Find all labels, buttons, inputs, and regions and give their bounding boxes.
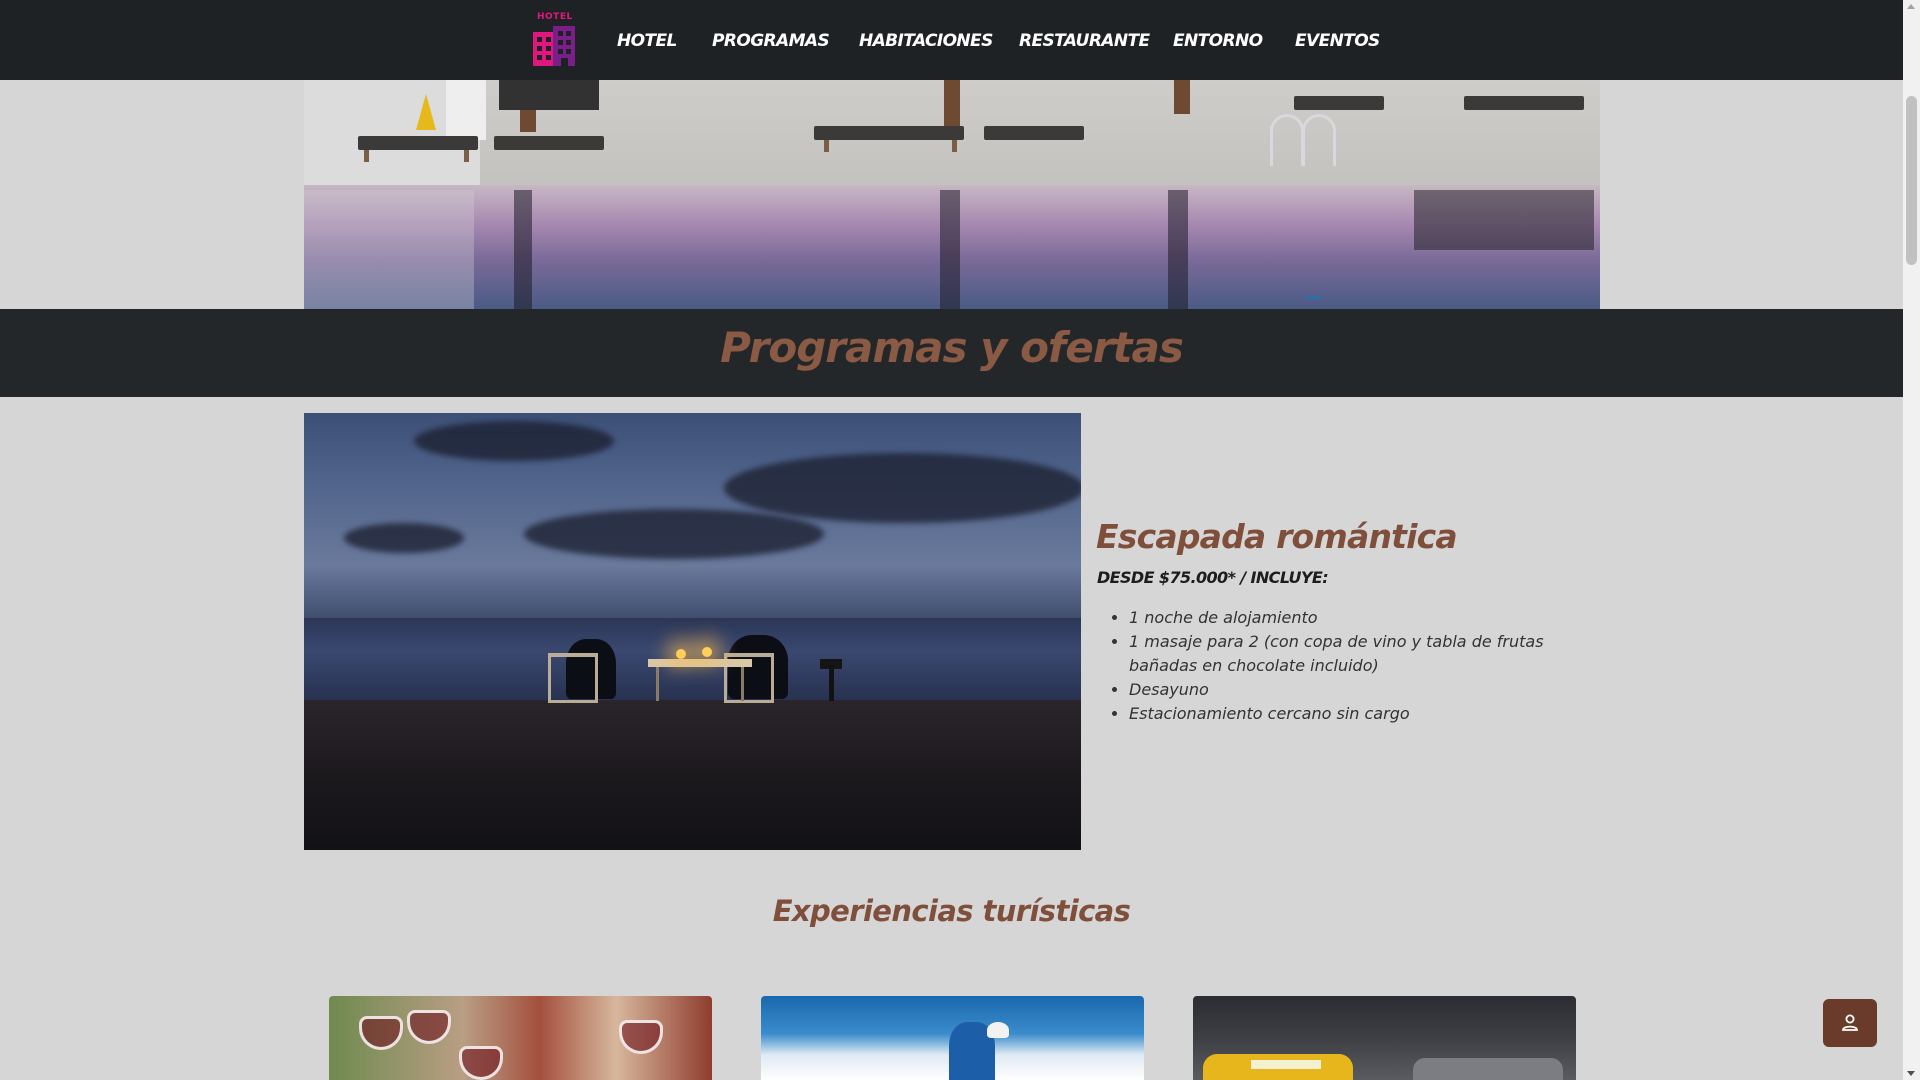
scroll-up-arrow-icon[interactable] bbox=[1907, 4, 1915, 9]
hero-lattice bbox=[446, 80, 486, 140]
nav-habitaciones[interactable]: HABITACIONES bbox=[859, 31, 993, 51]
beach-chair bbox=[548, 653, 598, 703]
sun-lounger bbox=[984, 126, 1084, 140]
pool-reflection bbox=[514, 190, 532, 309]
list-item: Estacionamiento cercano sin cargo bbox=[1129, 702, 1579, 726]
lounger-leg bbox=[464, 150, 469, 162]
cloud bbox=[524, 509, 824, 559]
account-button[interactable] bbox=[1823, 999, 1877, 1047]
hedge bbox=[499, 80, 599, 110]
nav-eventos[interactable]: EVENTOS bbox=[1295, 31, 1380, 51]
palm-trunk bbox=[944, 80, 960, 126]
wet-floor-sign bbox=[416, 94, 436, 130]
sun-lounger bbox=[494, 136, 604, 150]
section-title: Programas y ofertas bbox=[720, 323, 1184, 372]
list-item: 1 masaje para 2 (con copa de vino y tabl… bbox=[1129, 630, 1579, 678]
navbar: HOTEL HOTEL PROGRAMAS HABITACIONES RESTA… bbox=[0, 0, 1903, 80]
wine-glass bbox=[359, 1016, 403, 1050]
logo-text: HOTEL bbox=[537, 12, 573, 22]
beach bbox=[304, 700, 1081, 850]
user-icon bbox=[1842, 1014, 1858, 1031]
candle-light bbox=[702, 647, 712, 657]
nav-entorno[interactable]: ENTORNO bbox=[1173, 31, 1263, 51]
offer-price: DESDE $75.000* / INCLUYE: bbox=[1097, 568, 1329, 587]
offer-image bbox=[304, 413, 1081, 850]
offer-includes-list: 1 noche de alojamiento 1 masaje para 2 (… bbox=[1129, 606, 1579, 726]
palm-trunk bbox=[1174, 80, 1190, 114]
pool-reflection bbox=[1168, 190, 1188, 309]
dinner-table bbox=[648, 659, 752, 667]
candle-light bbox=[676, 649, 686, 659]
experiences-title: Experiencias turísticas bbox=[772, 894, 1131, 928]
cloud bbox=[414, 421, 614, 461]
carousel-indicator[interactable] bbox=[1306, 296, 1322, 299]
wine-glass bbox=[407, 1010, 451, 1044]
torch-pole bbox=[829, 665, 834, 701]
pool-reflection bbox=[1414, 190, 1594, 250]
lounger-leg bbox=[952, 140, 957, 152]
cloud bbox=[344, 523, 464, 553]
nav-restaurante[interactable]: RESTAURANTE bbox=[1019, 31, 1150, 51]
experience-card-city[interactable] bbox=[1193, 996, 1576, 1080]
sun-lounger bbox=[1294, 96, 1384, 110]
lounger-leg bbox=[824, 140, 829, 152]
lounger-leg bbox=[364, 150, 369, 162]
nav-hotel[interactable]: HOTEL bbox=[617, 31, 677, 51]
table-legs bbox=[656, 667, 744, 701]
cloud bbox=[724, 453, 1081, 523]
list-item: Desayuno bbox=[1129, 678, 1579, 702]
hero-carousel-image bbox=[304, 80, 1600, 309]
pool-reflection bbox=[940, 190, 960, 309]
car bbox=[1413, 1058, 1563, 1080]
experience-card-ski[interactable] bbox=[761, 996, 1144, 1080]
offer-title: Escapada romántica bbox=[1096, 517, 1458, 556]
sun-lounger bbox=[358, 136, 478, 150]
scroll-thumb[interactable] bbox=[1906, 96, 1917, 265]
ski-helmet bbox=[987, 1022, 1009, 1038]
pool-reflection bbox=[304, 190, 474, 309]
scroll-down-arrow-icon[interactable] bbox=[1907, 1071, 1915, 1076]
taxi-sign bbox=[1251, 1060, 1321, 1069]
pool-ladder bbox=[1270, 114, 1304, 166]
list-item: 1 noche de alojamiento bbox=[1129, 606, 1579, 630]
nav-programas[interactable]: PROGRAMAS bbox=[712, 31, 830, 51]
page-scrollbar[interactable] bbox=[1903, 0, 1920, 1080]
pool-ladder bbox=[1302, 114, 1336, 166]
hotel-logo[interactable]: HOTEL bbox=[531, 12, 577, 66]
experience-card-wine[interactable] bbox=[329, 996, 712, 1080]
hotel-building-icon bbox=[533, 26, 575, 66]
sun-lounger bbox=[1464, 96, 1584, 110]
wine-glass bbox=[459, 1046, 503, 1080]
wine-glass bbox=[619, 1020, 663, 1054]
sun-lounger bbox=[814, 126, 964, 140]
